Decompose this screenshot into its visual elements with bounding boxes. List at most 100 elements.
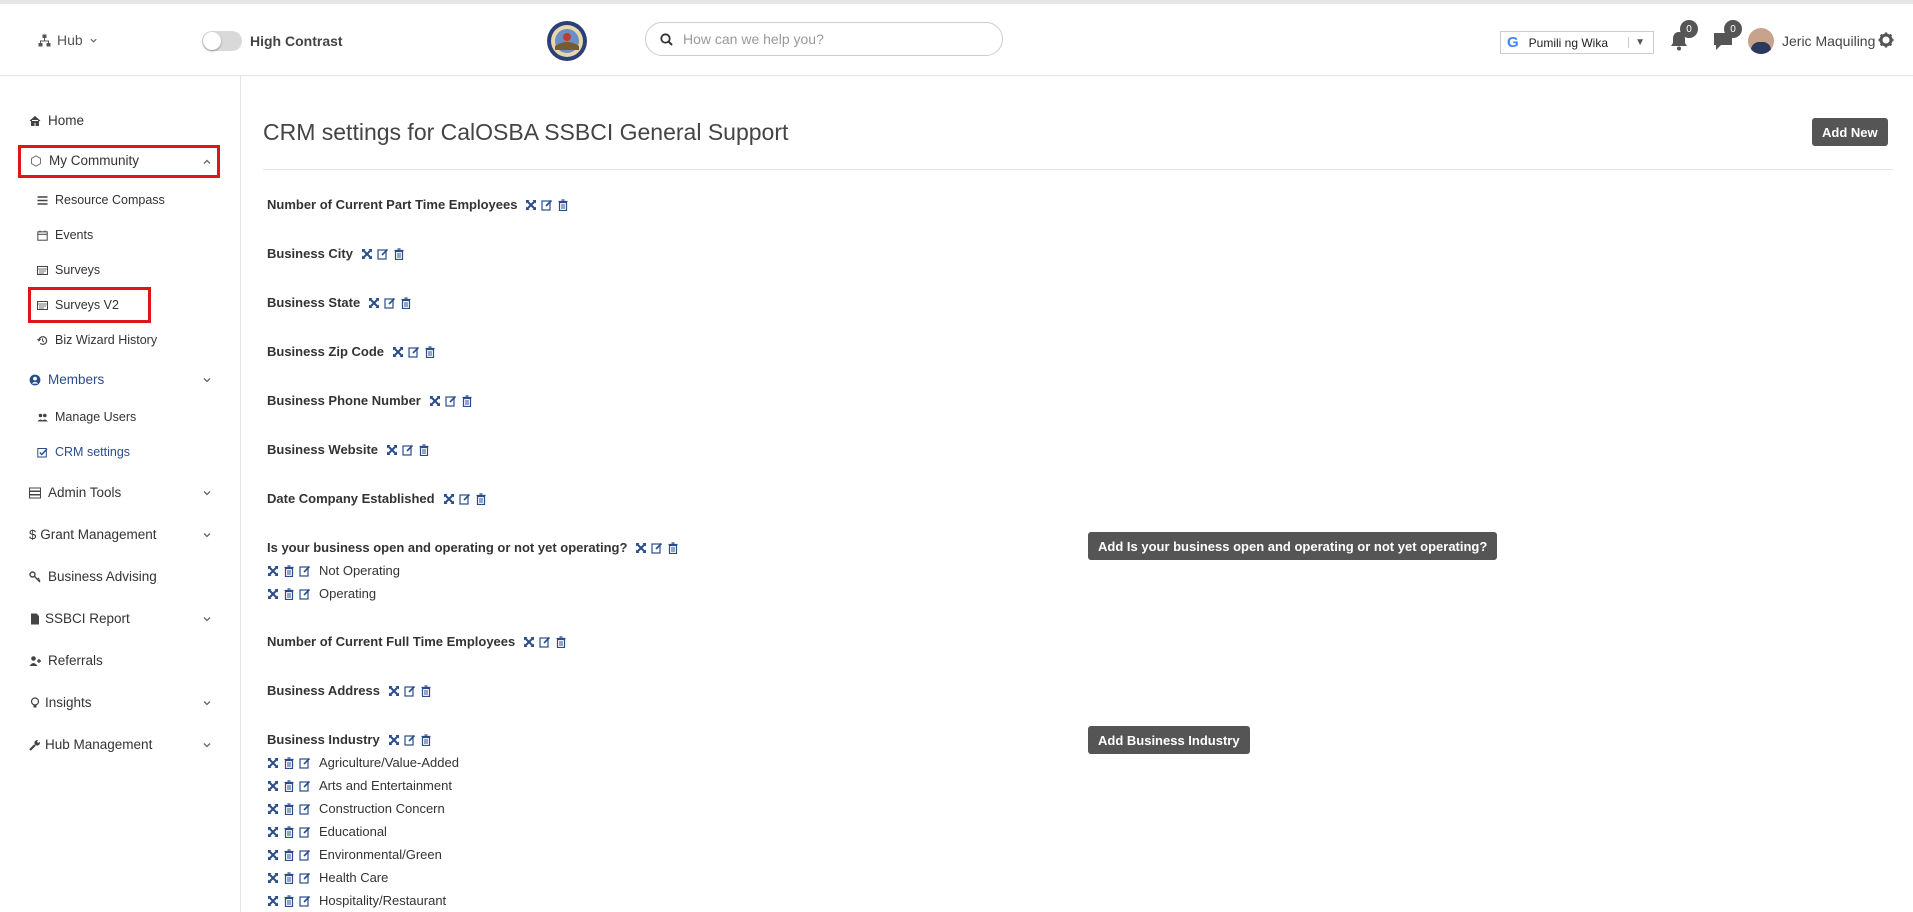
sidebar-item-ssbci-report[interactable]: SSBCI Report (29, 611, 130, 626)
sidebar-item-hub-management[interactable]: Hub Management (29, 737, 152, 752)
edit-icon[interactable] (299, 757, 311, 769)
field-actions (443, 493, 487, 505)
edit-icon[interactable] (299, 565, 311, 577)
edit-icon[interactable] (404, 685, 416, 697)
edit-icon[interactable] (445, 395, 457, 407)
trash-icon[interactable] (283, 757, 295, 769)
add-business-industry-button[interactable]: Add Business Industry (1088, 726, 1250, 754)
chevron-down-icon[interactable] (202, 614, 212, 624)
edit-icon[interactable] (539, 636, 551, 648)
move-icon[interactable] (443, 493, 455, 505)
move-icon[interactable] (388, 734, 400, 746)
move-icon[interactable] (267, 895, 279, 907)
sidebar-item-label: SSBCI Report (45, 611, 130, 626)
move-icon[interactable] (386, 444, 398, 456)
edit-icon[interactable] (408, 346, 420, 358)
hub-menu[interactable]: Hub (38, 32, 98, 48)
trash-icon[interactable] (283, 780, 295, 792)
move-icon[interactable] (635, 542, 647, 554)
sidebar-item-surveys-v2[interactable]: Surveys V2 (37, 298, 119, 312)
option-row: Not Operating (267, 563, 400, 578)
edit-icon[interactable] (651, 542, 663, 554)
crm-field-row: Is your business open and operating or n… (267, 540, 679, 555)
chevron-down-icon[interactable] (202, 698, 212, 708)
trash-icon[interactable] (400, 297, 412, 309)
move-icon[interactable] (267, 780, 279, 792)
sidebar-item-admin-tools[interactable]: Admin Tools (29, 485, 121, 500)
sidebar-item-surveys[interactable]: Surveys (37, 263, 100, 277)
edit-icon[interactable] (541, 199, 553, 211)
sidebar-item-insights[interactable]: Insights (29, 695, 92, 710)
sidebar-item-crm-settings[interactable]: CRM settings (37, 445, 130, 459)
sidebar-item-label: Events (55, 228, 94, 242)
edit-icon[interactable] (299, 803, 311, 815)
trash-icon[interactable] (555, 636, 567, 648)
trash-icon[interactable] (283, 895, 295, 907)
move-icon[interactable] (392, 346, 404, 358)
move-icon[interactable] (267, 872, 279, 884)
trash-icon[interactable] (418, 444, 430, 456)
sidebar-item-manage-users[interactable]: Manage Users (37, 410, 136, 424)
trash-icon[interactable] (667, 542, 679, 554)
calendar-icon (37, 230, 48, 241)
chevron-down-icon[interactable] (202, 740, 212, 750)
chevron-down-icon[interactable] (202, 375, 212, 385)
trash-icon[interactable] (283, 872, 295, 884)
trash-icon[interactable] (283, 588, 295, 600)
sidebar-item-grant-management[interactable]: $ Grant Management (29, 527, 157, 542)
trash-icon[interactable] (557, 199, 569, 211)
edit-icon[interactable] (299, 826, 311, 838)
trash-icon[interactable] (475, 493, 487, 505)
move-icon[interactable] (388, 685, 400, 697)
move-icon[interactable] (523, 636, 535, 648)
sidebar-item-members[interactable]: Members (29, 372, 104, 387)
option-label: Health Care (319, 870, 389, 885)
chevron-down-icon[interactable] (202, 530, 212, 540)
move-icon[interactable] (368, 297, 380, 309)
chevron-up-icon[interactable] (202, 157, 212, 167)
edit-icon[interactable] (299, 872, 311, 884)
trash-icon[interactable] (283, 849, 295, 861)
move-icon[interactable] (267, 757, 279, 769)
edit-icon[interactable] (404, 734, 416, 746)
trash-icon[interactable] (393, 248, 405, 260)
sidebar-item-events[interactable]: Events (37, 228, 93, 242)
chevron-down-icon[interactable] (202, 488, 212, 498)
field-actions (525, 199, 569, 211)
sidebar-item-resource-compass[interactable]: Resource Compass (37, 193, 165, 207)
trash-icon[interactable] (420, 734, 432, 746)
move-icon[interactable] (267, 849, 279, 861)
crm-field-label: Business City (267, 246, 353, 261)
move-icon[interactable] (361, 248, 373, 260)
sidebar-item-my-community[interactable]: My Community (30, 153, 139, 168)
move-icon[interactable] (525, 199, 537, 211)
trash-icon[interactable] (283, 565, 295, 577)
crm-field-row: Business Industry (267, 732, 432, 747)
trash-icon[interactable] (283, 803, 295, 815)
trash-icon[interactable] (424, 346, 436, 358)
edit-icon[interactable] (459, 493, 471, 505)
edit-icon[interactable] (299, 895, 311, 907)
edit-icon[interactable] (299, 849, 311, 861)
edit-icon[interactable] (384, 297, 396, 309)
move-icon[interactable] (267, 588, 279, 600)
trash-icon[interactable] (420, 685, 432, 697)
sidebar-item-home[interactable]: Home (29, 113, 84, 128)
trash-icon[interactable] (461, 395, 473, 407)
crm-field-label: Business Website (267, 442, 379, 457)
toggle-switch[interactable] (202, 31, 242, 51)
field-actions (392, 346, 436, 358)
trash-icon[interactable] (283, 826, 295, 838)
move-icon[interactable] (267, 826, 279, 838)
sidebar-item-biz-wizard-history[interactable]: Biz Wizard History (37, 333, 157, 347)
edit-icon[interactable] (402, 444, 414, 456)
move-icon[interactable] (267, 565, 279, 577)
move-icon[interactable] (267, 803, 279, 815)
move-icon[interactable] (429, 395, 441, 407)
add-operating-option-button[interactable]: Add Is your business open and operating … (1088, 532, 1498, 560)
edit-icon[interactable] (377, 248, 389, 260)
sidebar-item-business-advising[interactable]: Business Advising (29, 569, 157, 584)
sidebar-item-referrals[interactable]: Referrals (29, 653, 103, 668)
edit-icon[interactable] (299, 780, 311, 792)
edit-icon[interactable] (299, 588, 311, 600)
